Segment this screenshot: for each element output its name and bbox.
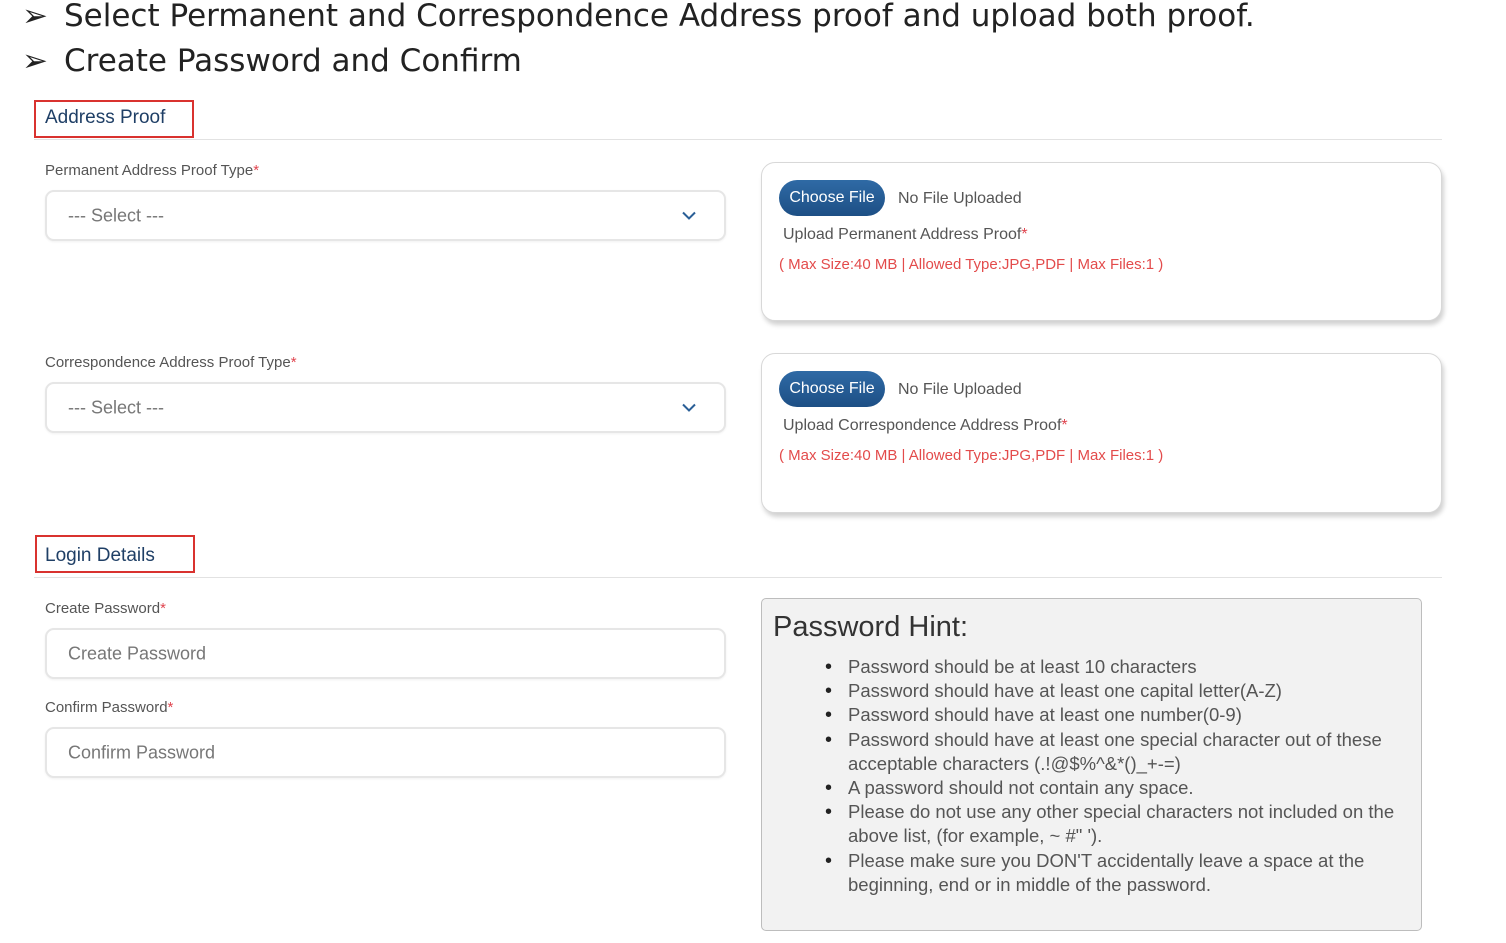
list-item: Please do not use any other special char… xyxy=(825,800,1413,848)
confirm-password-input[interactable]: Confirm Password xyxy=(45,727,726,778)
permanent-upload-card: Choose File No File Uploaded Upload Perm… xyxy=(761,162,1442,321)
placeholder-text: Confirm Password xyxy=(68,742,216,762)
correspondence-proof-type-select[interactable]: --- Select --- xyxy=(45,382,726,433)
instruction-line: ➢ Create Password and Confirm xyxy=(22,43,522,79)
correspondence-upload-card: Choose File No File Uploaded Upload Corr… xyxy=(761,353,1442,513)
password-hint-list: Password should be at least 10 character… xyxy=(825,655,1413,897)
create-password-input[interactable]: Create Password xyxy=(45,628,726,679)
list-item: A password should not contain any space. xyxy=(825,776,1413,800)
arrow-bullet-icon: ➢ xyxy=(22,0,48,34)
confirm-password-label: Confirm Password* xyxy=(45,699,174,716)
instruction-line: ➢ Select Permanent and Correspondence Add… xyxy=(22,0,1255,34)
upload-constraints-note: ( Max Size:40 MB | Allowed Type:JPG,PDF … xyxy=(779,447,1164,464)
upload-correspondence-label: Upload Correspondence Address Proof* xyxy=(783,417,1068,434)
instruction-text: Select Permanent and Correspondence Addr… xyxy=(64,0,1255,34)
list-item: Password should have at least one capita… xyxy=(825,679,1413,703)
password-hint-box: Password Hint: Password should be at lea… xyxy=(761,598,1422,931)
section-divider xyxy=(34,139,1442,140)
list-item: Password should have at least one number… xyxy=(825,703,1413,727)
section-title-address-proof: Address Proof xyxy=(45,107,166,128)
instruction-text: Create Password and Confirm xyxy=(64,43,522,79)
list-item: Please make sure you DON'T accidentally … xyxy=(825,849,1413,897)
correspondence-proof-type-label: Correspondence Address Proof Type* xyxy=(45,354,297,371)
create-password-label: Create Password* xyxy=(45,600,166,617)
select-value: --- Select --- xyxy=(68,205,164,225)
chevron-down-icon xyxy=(682,211,696,220)
placeholder-text: Create Password xyxy=(68,643,207,663)
arrow-bullet-icon: ➢ xyxy=(22,43,48,79)
file-status: No File Uploaded xyxy=(898,381,1022,398)
section-divider xyxy=(34,577,1442,578)
permanent-proof-type-label: Permanent Address Proof Type* xyxy=(45,162,260,179)
select-value: --- Select --- xyxy=(68,397,164,417)
password-hint-title: Password Hint: xyxy=(773,611,969,643)
chevron-down-icon xyxy=(682,403,696,412)
choose-file-button[interactable]: Choose File xyxy=(779,180,885,216)
list-item: Password should be at least 10 character… xyxy=(825,655,1413,679)
section-title-login-details: Login Details xyxy=(45,545,155,566)
file-status: No File Uploaded xyxy=(898,190,1022,207)
upload-permanent-label: Upload Permanent Address Proof* xyxy=(783,226,1028,243)
list-item: Password should have at least one specia… xyxy=(825,728,1413,776)
upload-constraints-note: ( Max Size:40 MB | Allowed Type:JPG,PDF … xyxy=(779,256,1164,273)
permanent-proof-type-select[interactable]: --- Select --- xyxy=(45,190,726,241)
choose-file-button[interactable]: Choose File xyxy=(779,371,885,407)
